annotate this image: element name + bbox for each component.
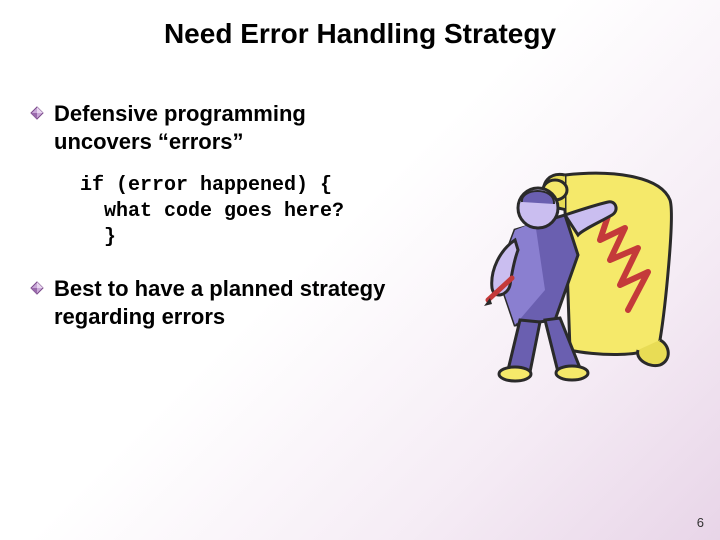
bullet-text: Defensive programming uncovers “errors”	[54, 100, 394, 155]
diamond-bullet-icon	[30, 106, 44, 125]
bullet-text: Best to have a planned strategy regardin…	[54, 275, 394, 330]
bullet-item: Defensive programming uncovers “errors”	[30, 100, 690, 155]
diamond-bullet-icon	[30, 281, 44, 300]
slide-body: Defensive programming uncovers “errors” …	[0, 50, 720, 330]
slide-title: Need Error Handling Strategy	[0, 0, 720, 50]
page-number: 6	[697, 515, 704, 530]
clipart-illustration	[460, 160, 680, 390]
